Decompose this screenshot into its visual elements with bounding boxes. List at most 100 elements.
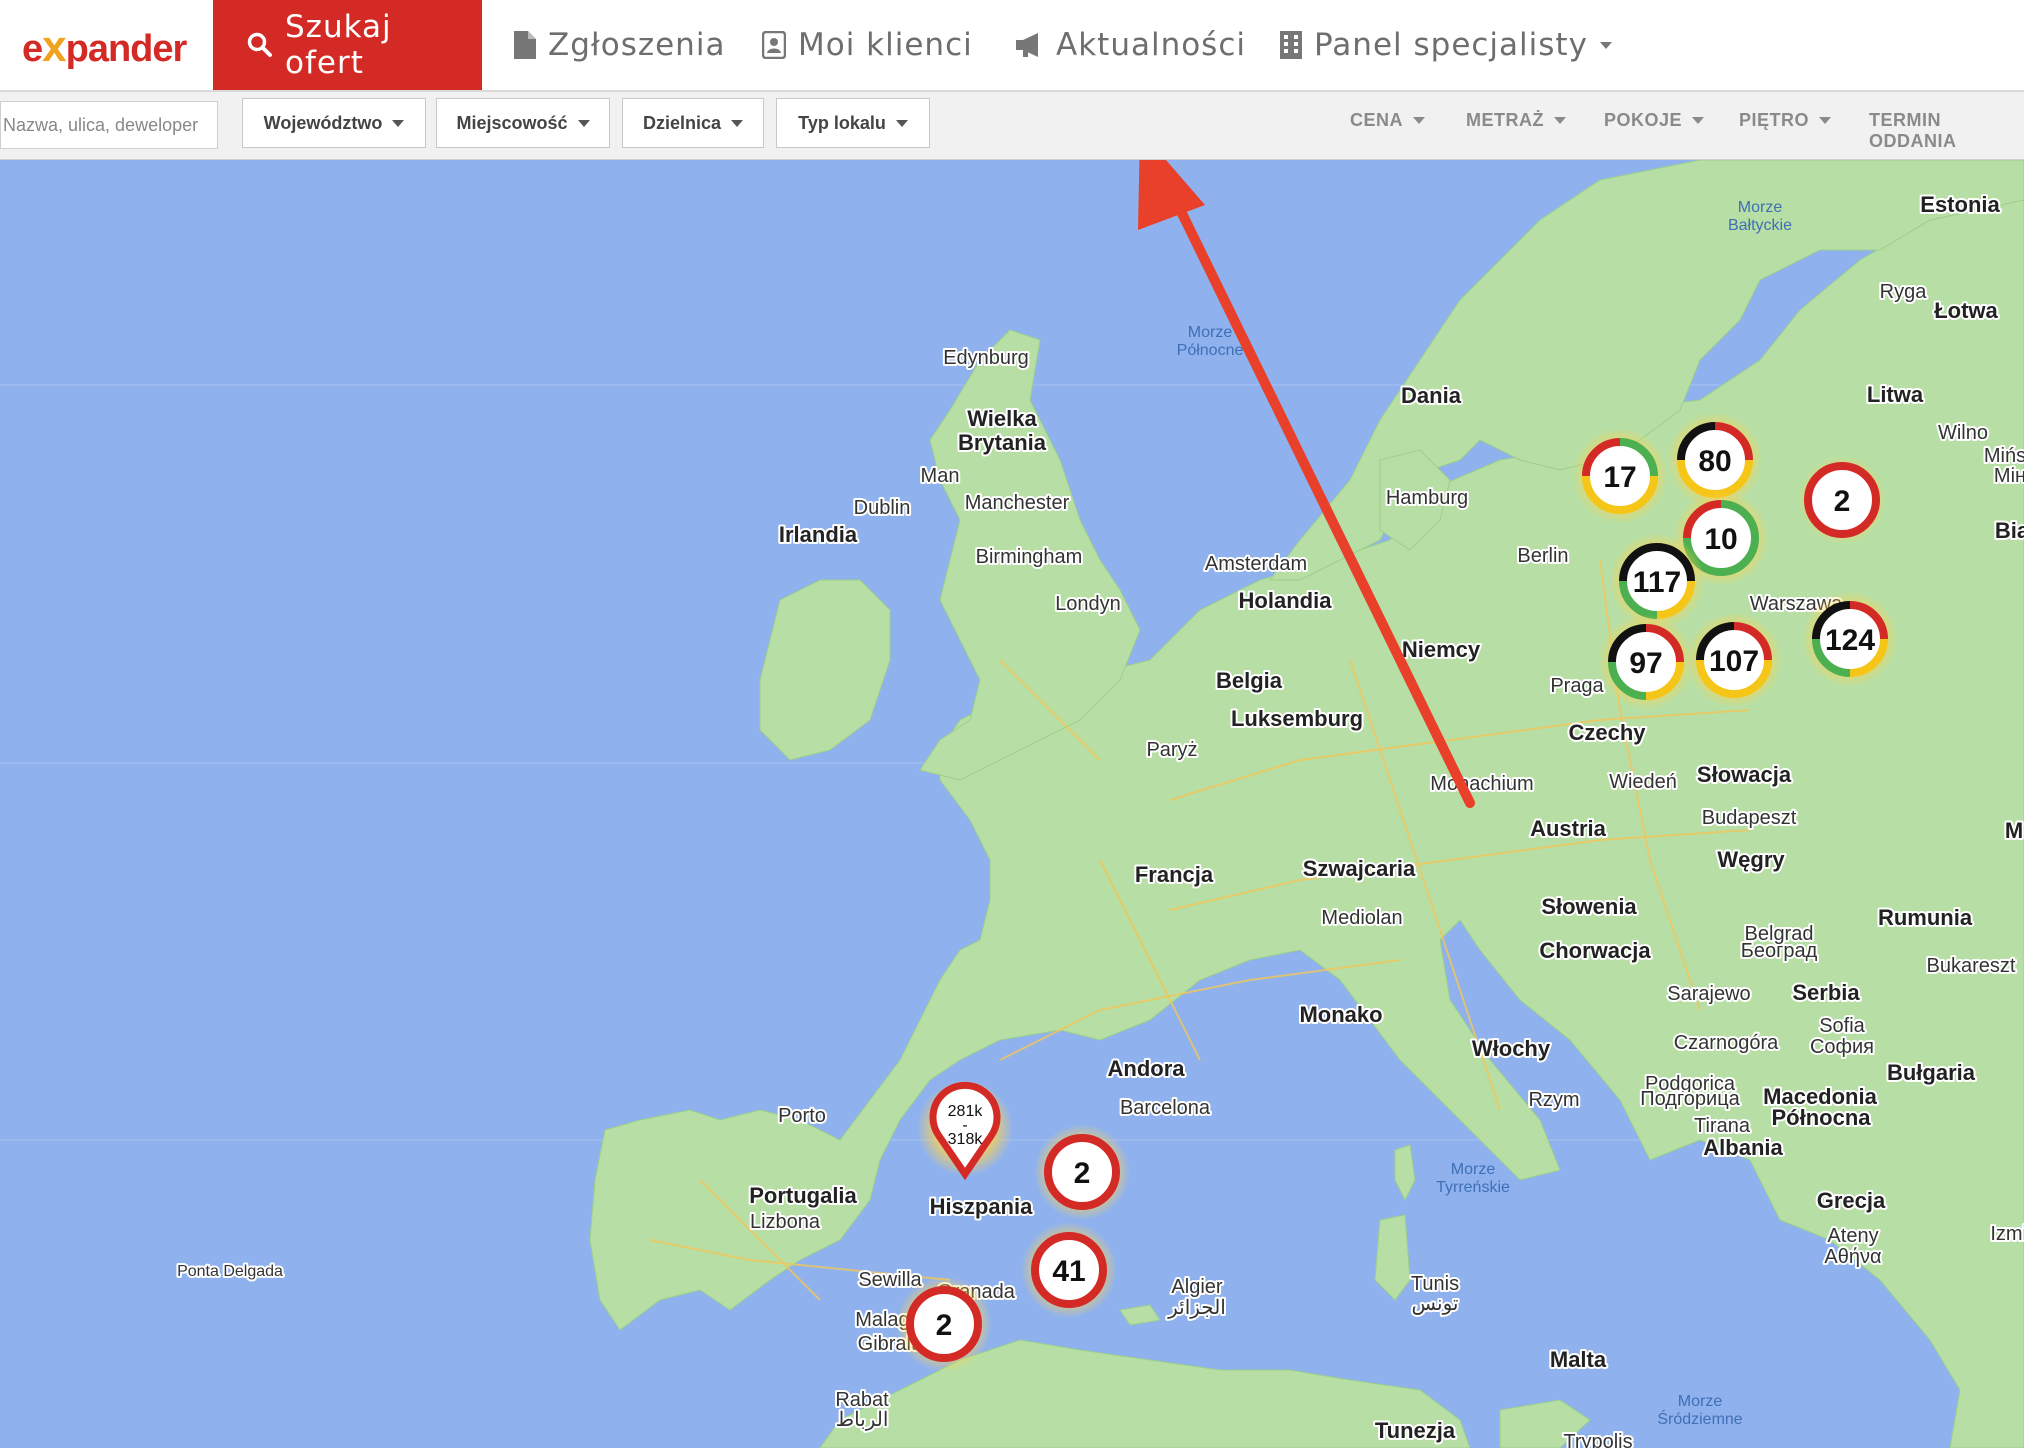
country-label: Łotwa <box>1934 298 1998 323</box>
city-label: Подгорица <box>1640 1088 1740 1110</box>
cluster-marker[interactable]: 17 <box>1572 428 1668 524</box>
sea-label: Morze <box>1738 199 1783 216</box>
country-label: Holandia <box>1239 588 1333 613</box>
cluster-marker[interactable]: 117 <box>1609 533 1705 629</box>
city-dropdown[interactable]: Miejscowość <box>436 98 610 148</box>
city-label: Rzym <box>1528 1089 1579 1111</box>
logo-letter-x: x <box>42 22 67 71</box>
country-label: Grecja <box>1817 1188 1886 1213</box>
city-label: Birmingham <box>976 546 1083 568</box>
cluster-marker[interactable]: 2 <box>896 1276 992 1372</box>
sea-label: Morze <box>1678 1393 1723 1410</box>
logo-text: pander <box>65 28 188 70</box>
country-label: Estonia <box>1920 192 2000 217</box>
nav-my-clients[interactable]: Moi klienci <box>762 0 973 90</box>
nav-search-offers[interactable]: Szukaj ofert <box>213 0 482 90</box>
cluster-count: 80 <box>1698 445 1731 478</box>
sort-area[interactable]: METRAŻ <box>1466 110 1566 131</box>
sort-floor-label: PIĘTRO <box>1739 110 1810 130</box>
country-label: Słowacja <box>1697 762 1792 787</box>
city-label: Edynburg <box>943 347 1029 369</box>
country-label: Portugalia <box>749 1183 857 1208</box>
voivodeship-dropdown[interactable]: Województwo <box>242 98 426 148</box>
city-label: Amsterdam <box>1205 553 1307 575</box>
country-label: Hiszpania <box>930 1194 1033 1219</box>
country-label: Północna <box>1771 1105 1871 1130</box>
country-label: Irlandia <box>779 522 858 547</box>
city-label: Miejscowość <box>456 112 568 133</box>
country-label: Austria <box>1530 816 1607 841</box>
cluster-count: 10 <box>1704 523 1737 556</box>
cluster-marker[interactable]: 107 <box>1686 612 1782 708</box>
city-label: Praga <box>1550 675 1604 697</box>
cluster-count: 41 <box>1052 1255 1085 1288</box>
cluster-marker[interactable]: 97 <box>1598 614 1694 710</box>
city-label: София <box>1810 1036 1874 1058</box>
country-label: Węgry <box>1717 847 1785 872</box>
city-label: Мін <box>1994 465 2024 487</box>
sort-completion-date[interactable]: TERMIN ODDANIA <box>1869 110 2024 152</box>
country-label: Malta <box>1550 1347 1607 1372</box>
logo-letter-e: e <box>22 28 43 70</box>
sea-label: Północne <box>1177 342 1244 359</box>
city-label: Ponta Delgada <box>177 1263 283 1280</box>
sea-label: Morze <box>1451 1161 1496 1178</box>
price-pin-marker[interactable]: 281k - 318k <box>917 1080 1013 1181</box>
nav-requests[interactable]: Zgłoszenia <box>514 0 725 90</box>
city-label: Mińsk <box>1984 445 2024 467</box>
country-label: Brytania <box>958 430 1047 455</box>
search-input[interactable] <box>0 101 218 149</box>
offers-map[interactable]: Morze Bałtyckie Morze Północne Morze Tyr… <box>0 130 2024 1453</box>
country-label: Dania <box>1401 383 1462 408</box>
country-label: Francja <box>1135 862 1214 887</box>
map-canvas[interactable]: Morze Bałtyckie Morze Północne Morze Tyr… <box>0 130 2024 1453</box>
unit-type-dropdown[interactable]: Typ lokalu <box>776 98 930 148</box>
country-label: Niemcy <box>1402 637 1481 662</box>
sort-floor[interactable]: PIĘTRO <box>1739 110 1832 131</box>
city-label: Barcelona <box>1120 1097 1211 1119</box>
sort-completion-label: TERMIN ODDANIA <box>1869 110 1957 151</box>
city-label: Београд <box>1741 940 1818 962</box>
cluster-count: 2 <box>1834 485 1851 518</box>
cluster-marker[interactable]: 124 <box>1802 591 1898 687</box>
city-label: Mediolan <box>1321 907 1402 929</box>
city-label: Manchester <box>965 492 1070 514</box>
chevron-down-icon <box>895 119 908 127</box>
nav-search-offers-label: Szukaj ofert <box>285 9 392 81</box>
top-navbar: expander Szukaj ofert Zgłoszenia Moi kli… <box>0 0 2024 92</box>
cluster-marker[interactable]: 2 <box>1034 1124 1130 1220</box>
nav-specialist-panel-label: Panel specjalisty <box>1314 27 1588 63</box>
country-label: Słowenia <box>1541 894 1637 919</box>
megaphone-icon <box>1014 32 1044 58</box>
country-label: Luksemburg <box>1231 706 1363 731</box>
country-label: Albania <box>1703 1135 1783 1160</box>
cluster-marker[interactable]: 2 <box>1798 456 1886 544</box>
sort-price[interactable]: CENA <box>1350 110 1426 131</box>
nav-news[interactable]: Aktualności <box>1014 0 1246 90</box>
sort-rooms-label: POKOJE <box>1604 110 1683 130</box>
district-dropdown[interactable]: Dzielnica <box>622 98 764 148</box>
sort-area-label: METRAŻ <box>1466 110 1544 130</box>
chevron-down-icon <box>1819 117 1832 124</box>
building-icon <box>1280 31 1302 59</box>
expander-logo[interactable]: expander <box>22 22 188 72</box>
city-label: Tirana <box>1694 1115 1751 1137</box>
cluster-marker[interactable]: 41 <box>1021 1222 1117 1318</box>
country-label: Rumunia <box>1878 905 1973 930</box>
city-label: Bukareszt <box>1927 955 2016 977</box>
city-label: Sofia <box>1819 1015 1865 1037</box>
city-label: Wilno <box>1938 422 1988 444</box>
city-label: Porto <box>778 1105 826 1127</box>
cluster-count: 124 <box>1825 624 1875 657</box>
chevron-down-icon <box>392 119 405 127</box>
cluster-count: 2 <box>936 1309 953 1342</box>
sort-rooms[interactable]: POKOJE <box>1604 110 1705 131</box>
nav-specialist-panel[interactable]: Panel specjalisty <box>1280 0 1612 90</box>
cluster-count: 117 <box>1633 566 1681 599</box>
city-label: Lizbona <box>750 1211 821 1233</box>
city-label: Berlin <box>1517 545 1568 567</box>
country-label: Bia <box>1995 518 2024 543</box>
search-icon <box>247 32 273 58</box>
chevron-down-icon <box>1599 41 1612 49</box>
city-label: Izmir <box>1990 1223 2024 1245</box>
